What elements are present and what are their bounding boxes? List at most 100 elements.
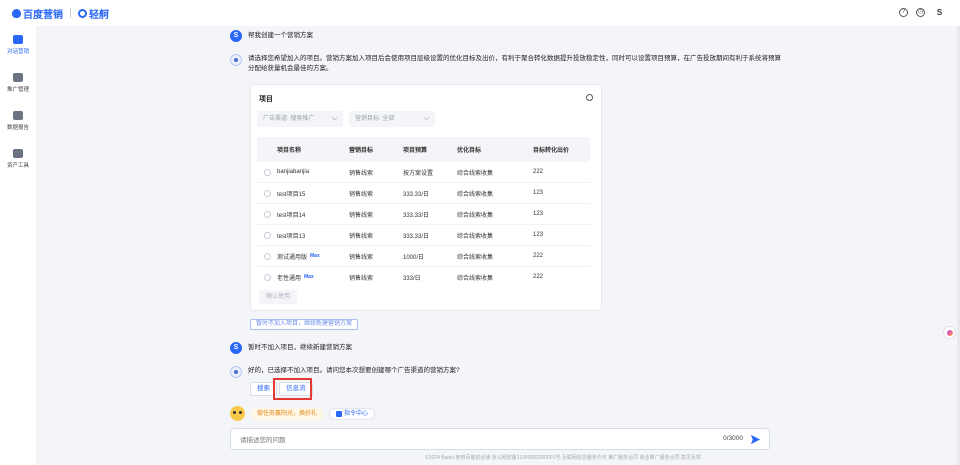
skip-project-button[interactable]: 暂时不加入项目，继续新建营销方案 [250, 319, 359, 330]
project-name: test项目14 [277, 212, 306, 219]
row-radio[interactable] [263, 168, 271, 176]
clock-icon[interactable]: ◷ [916, 8, 925, 17]
row-radio[interactable] [263, 189, 271, 197]
header-cell: 优化目标 [457, 148, 482, 154]
monitor-icon [13, 73, 23, 82]
channel-filter-select[interactable]: 广告渠道: 搜索推广 ⌵ [257, 111, 343, 127]
goal-filter-select[interactable]: 营销目标: 全部 ⌵ [349, 111, 435, 127]
ai-avatar-icon [230, 54, 242, 66]
table-row[interactable]: test项目14 销售线索 333.33/日 综合线索收集 123 [257, 204, 590, 225]
row-radio[interactable] [263, 252, 271, 260]
table-cell: 333.33/日 [403, 191, 430, 198]
user-message: S 帮我创建一个营销方案 [230, 30, 313, 42]
chevron-down-icon: ⌵ [331, 115, 337, 122]
sidebar-item-reports[interactable]: 数据报告 [0, 102, 36, 140]
search-icon[interactable] [586, 94, 593, 101]
brand-logo[interactable]: 百度营销 轻舸 [12, 6, 109, 21]
sidebar-item-assets[interactable]: 资产工具 [0, 140, 36, 178]
row-radio[interactable] [263, 210, 271, 218]
chat-input[interactable] [240, 434, 660, 446]
max-badge: Max [304, 274, 314, 280]
bottom-tools: 做任务赢阳光，换好礼 指令中心 [230, 406, 376, 421]
table-row[interactable]: 老性通用 Max 销售线索 333/日 综合线索收集 222 [257, 267, 590, 281]
chat-input-box: 0/3000 [230, 428, 770, 450]
header-cell: 项目预算 [403, 148, 428, 154]
logo-divider [70, 8, 71, 18]
table-cell: 销售线索 [349, 275, 374, 282]
row-radio[interactable] [263, 273, 271, 281]
table-cell: 123 [533, 232, 544, 238]
table-cell: 222 [533, 169, 544, 175]
table-cell: 222 [533, 274, 544, 280]
card-title: 项目 [259, 96, 273, 103]
char-counter: 0/3000 [723, 435, 743, 442]
table-row[interactable]: test项目13 销售线索 333.33/日 综合线索收集 123 [257, 225, 590, 246]
footer-line: ©2024 Baidu 使用百度前必读 京公网安备11000002000001号… [425, 455, 701, 461]
user-message: S 暂时不加入项目，继续新建营销方案 [230, 342, 352, 354]
project-selector-card: 项目 广告渠道: 搜索推广 ⌵ 营销目标: 全部 ⌵ 项目名称 营销目标 项目预… [250, 84, 602, 311]
project-name: test项目15 [277, 191, 306, 198]
toolbox-icon [13, 149, 23, 158]
brand-qing-text: 轻舸 [89, 9, 109, 21]
sidebar-item-label: 数据报告 [6, 125, 29, 131]
baidu-logo: 百度营销 [12, 6, 63, 21]
qing-mark-icon [78, 8, 87, 18]
top-right-tools: ? ◷ S [899, 6, 946, 19]
assistant-float-icon[interactable] [943, 326, 956, 339]
ai-message-text: 好的，已选择不加入项目。请问您本次想要创建哪个广告渠道的营销方案? [248, 367, 460, 374]
chat-icon [13, 35, 23, 44]
sidebar-item-label: 推广管理 [6, 87, 29, 93]
user-avatar-small: S [230, 30, 242, 42]
chat-area: S 帮我创建一个营销方案 请选择您希望加入的项目。营销方案加入项目后会使用项目层… [36, 26, 960, 465]
ai-avatar-icon [230, 366, 242, 378]
filter-value: 广告渠道: 搜索推广 [263, 116, 315, 122]
table-cell: 333.33/日 [403, 212, 430, 219]
sidebar-item-label: 对话营销 [6, 49, 29, 55]
table-cell: 销售线索 [349, 212, 374, 219]
top-bar: 百度营销 轻舸 ? ◷ S [0, 0, 960, 26]
table-cell: 综合线索收集 [457, 233, 494, 240]
user-message-text: 暂时不加入项目，继续新建营销方案 [248, 344, 352, 351]
command-center-button[interactable]: 指令中心 [329, 407, 376, 420]
table-cell: 销售线索 [349, 233, 374, 240]
project-name: 老性通用 [277, 275, 302, 282]
table-cell: 销售线索 [349, 191, 374, 198]
selection-highlight [273, 378, 312, 400]
project-table: 项目名称 营销目标 项目预算 优化目标 目标转化出价 banjiabanjia … [257, 137, 590, 281]
footer-text: ©2024 Baidu 使用百度前必读 京公网安备11000002000001号… [36, 454, 960, 461]
table-row[interactable]: 测试通用版 Max 销售线索 1000/日 综合线索收集 222 [257, 246, 590, 267]
table-cell: 333/日 [403, 275, 421, 282]
ai-message: 请选择您希望加入的项目。营销方案加入项目后会使用项目层级设置的优化目标及出价，有… [230, 54, 781, 74]
baidu-paw-icon [12, 8, 21, 18]
send-icon[interactable] [750, 434, 761, 445]
report-icon [13, 111, 23, 120]
task-reward-pill[interactable]: 做任务赢阳光，换好礼 [251, 407, 324, 420]
table-cell: 222 [533, 253, 544, 259]
table-cell: 综合线索收集 [457, 170, 494, 177]
chevron-down-icon: ⌵ [423, 115, 429, 122]
header-cell: 项目名称 [277, 148, 302, 154]
row-radio[interactable] [263, 231, 271, 239]
sidebar: 对话营销 推广管理 数据报告 资产工具 [0, 26, 36, 465]
sidebar-item-label: 资产工具 [6, 163, 29, 169]
table-cell: 销售线索 [349, 170, 374, 177]
project-name: banjiabanjia [277, 169, 310, 175]
header-cell: 目标转化出价 [533, 148, 570, 154]
table-cell: 123 [533, 211, 544, 217]
table-row[interactable]: banjiabanjia 销售线索 按方案设置 综合线索收集 222 [257, 162, 590, 183]
ai-message: 好的，已选择不加入项目。请问您本次想要创建哪个广告渠道的营销方案? [230, 366, 460, 378]
table-cell: 按方案设置 [403, 170, 434, 177]
help-icon[interactable]: ? [899, 8, 908, 17]
confirm-use-button[interactable]: 确认使用 [259, 290, 298, 304]
user-avatar[interactable]: S [933, 6, 946, 19]
sidebar-item-chat-marketing[interactable]: 对话营销 [0, 26, 36, 64]
project-name: test项目13 [277, 233, 306, 240]
header-cell: 营销目标 [349, 148, 374, 154]
sidebar-item-promotion[interactable]: 推广管理 [0, 64, 36, 102]
table-cell: 销售线索 [349, 254, 374, 261]
ai-message-text: 请选择您希望加入的项目。营销方案加入项目后会使用项目层级设置的优化目标及出价，有… [248, 54, 781, 74]
table-header: 项目名称 营销目标 项目预算 优化目标 目标转化出价 [257, 137, 590, 162]
table-row[interactable]: test项目15 销售线索 333.33/日 综合线索收集 123 [257, 183, 590, 204]
ai-message-line: 请选择您希望加入的项目。营销方案加入项目后会使用项目层级设置的优化目标及出价，有… [248, 55, 781, 62]
command-center-label: 指令中心 [344, 410, 369, 417]
